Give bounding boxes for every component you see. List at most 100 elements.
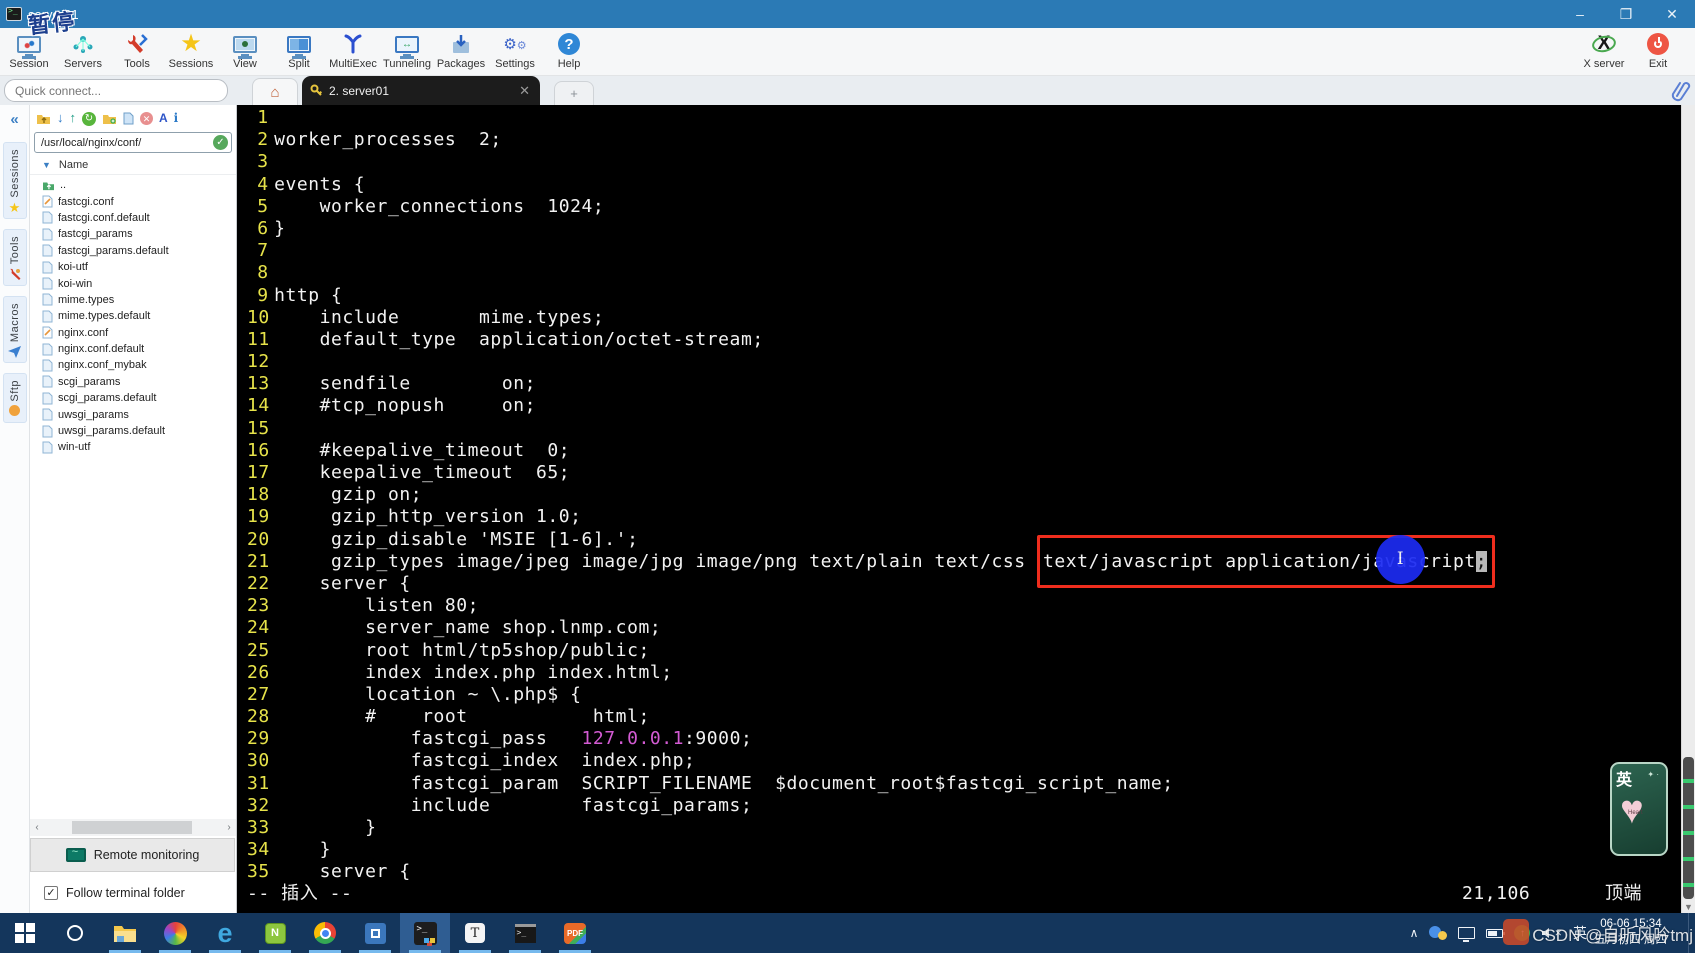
taskbar-foxit-pdf[interactable]: PDF — [550, 913, 600, 953]
file-row[interactable]: scgi_params — [42, 374, 236, 390]
ime-skin-badge[interactable]: 英 ✦ · ♥ Heart — [1610, 762, 1668, 856]
new-file-icon[interactable] — [123, 112, 134, 125]
file-row[interactable]: nginx.conf_mybak — [42, 357, 236, 373]
file-row[interactable]: scgi_params.default — [42, 390, 236, 406]
file-row[interactable]: fastcgi.conf.default — [42, 210, 236, 226]
tray-display[interactable] — [1458, 927, 1476, 942]
tray-expand[interactable]: ∧ — [1410, 926, 1419, 940]
toolbar-item-multiexec[interactable]: MultiExec — [326, 28, 380, 76]
toolbar-item-settings[interactable]: ⚙⚙ Settings — [488, 28, 542, 76]
taskbar-photos-app[interactable] — [150, 913, 200, 953]
sidebar-tab-tools[interactable]: Tools — [2, 228, 27, 286]
file-row[interactable]: fastcgi_params.default — [42, 243, 236, 259]
refresh-icon[interactable]: ↻ — [82, 110, 96, 126]
sidebar-tab-sessions[interactable]: Sessions ★ — [2, 142, 27, 219]
line-number: 22 — [247, 572, 270, 594]
path-ok-icon: ✓ — [213, 135, 228, 150]
new-folder-icon[interactable] — [102, 112, 117, 125]
toolbar-item-help[interactable]: ? Help — [542, 28, 596, 76]
file-row[interactable]: fastcgi.conf — [42, 193, 236, 209]
follow-folder-checkbox[interactable]: ✓ — [44, 885, 58, 900]
tab-active-session[interactable]: 2. server01 ✕ — [302, 76, 540, 105]
toolbar-item-sessions[interactable]: ★ Sessions — [164, 28, 218, 76]
tab-home[interactable]: ⌂ — [252, 78, 298, 105]
collapse-sidebar-icon[interactable]: « — [10, 111, 18, 128]
scroll-down-icon[interactable]: ▼ — [1682, 902, 1695, 912]
paperclip-icon[interactable] — [1671, 80, 1691, 102]
tray-battery[interactable] — [1486, 928, 1506, 938]
new-tab-button[interactable]: + — [554, 81, 594, 105]
file-row[interactable]: koi-utf — [42, 259, 236, 275]
path-bar[interactable]: /usr/local/nginx/conf/ ✓ — [34, 132, 232, 153]
sidebar-tab-sftp[interactable]: Sftp — [2, 372, 27, 424]
taskbar-file-explorer[interactable] — [100, 913, 150, 953]
file-row[interactable]: uwsgi_params — [42, 406, 236, 422]
sort-dropdown-icon: ▼ — [42, 159, 51, 170]
toolbar-item-split[interactable]: Split — [272, 28, 326, 76]
code-text: :9000; — [684, 728, 753, 750]
file-row[interactable]: nginx.conf — [42, 325, 236, 341]
file-row[interactable]: mime.types.default — [42, 308, 236, 324]
file-row[interactable]: win-utf — [42, 439, 236, 455]
taskbar-notepad-plus-plus[interactable]: N — [250, 913, 300, 953]
quick-connect-input[interactable] — [4, 79, 228, 102]
taskbar-edge-browser[interactable]: e — [200, 913, 250, 953]
toolbar-item-x-server[interactable]: XX server — [1577, 28, 1631, 76]
line-text: server { — [274, 572, 411, 594]
toolbar-item-label: MultiExec — [329, 58, 377, 70]
minimize-button[interactable]: – — [1557, 0, 1603, 28]
tab-close-icon[interactable]: ✕ — [519, 83, 530, 99]
toolbar-item-exit[interactable]: Exit — [1631, 28, 1685, 76]
sidebar-tab-macros[interactable]: Macros — [2, 295, 27, 363]
cursor-position: 21,106 — [1462, 883, 1531, 904]
taskbar-mobaxterm[interactable]: >_ — [400, 913, 450, 953]
info-icon[interactable]: i — [174, 111, 179, 125]
toolbar-item-tools[interactable]: Tools — [110, 28, 164, 76]
terminal-line: 29 fastcgi_pass 127.0.0.1:9000; — [247, 728, 1681, 750]
file-name: scgi_params — [58, 375, 121, 388]
file-row[interactable]: fastcgi_params — [42, 226, 236, 242]
sidebar-tab-label: Macros — [8, 302, 21, 342]
terminal-line: 1 — [247, 107, 1681, 129]
file-row[interactable]: uwsgi_params.default — [42, 423, 236, 439]
taskbar-typora[interactable]: T — [450, 913, 500, 953]
delete-icon[interactable]: ✕ — [140, 111, 153, 126]
taskbar-chrome-browser[interactable] — [300, 913, 350, 953]
toolbar-item-tunneling[interactable]: ↔ Tunneling — [380, 28, 434, 76]
line-text: default_type application/octet-stream; — [274, 328, 764, 350]
toolbar-item-label: View — [233, 58, 257, 70]
scroll-right-icon[interactable]: › — [222, 822, 236, 833]
line-number: 16 — [247, 439, 270, 461]
taskbar-cmd-terminal[interactable]: >_ — [500, 913, 550, 953]
toolbar-item-view[interactable]: View — [218, 28, 272, 76]
close-button[interactable]: ✕ — [1649, 0, 1695, 28]
terminal-line: 19 gzip_http_version 1.0; — [247, 506, 1681, 528]
toolbar-item-label: Help — [557, 58, 581, 70]
horizontal-scrollbar[interactable]: ‹ › — [30, 819, 236, 836]
file-row[interactable]: nginx.conf.default — [42, 341, 236, 357]
remote-monitoring-button[interactable]: Remote monitoring — [30, 838, 235, 872]
current-path: /usr/local/nginx/conf/ — [41, 136, 142, 149]
terminal-scrollbar[interactable]: ▼ — [1681, 105, 1695, 913]
upload-icon[interactable]: ↑ — [70, 111, 77, 125]
maximize-button[interactable]: ❐ — [1603, 0, 1649, 28]
taskbar-cortana-search[interactable] — [50, 913, 100, 953]
folder-up-icon[interactable] — [36, 112, 51, 125]
file-list-header[interactable]: ▼ Name — [30, 155, 236, 175]
terminal-screen[interactable]: 1 2 worker_processes 2; 3 4 events {5 worker_… — [237, 105, 1681, 913]
main-toolbar: Session Servers Tools ★ Sessions View Split Mul… — [0, 28, 1695, 76]
file-row[interactable]: koi-win — [42, 275, 236, 291]
download-icon[interactable]: ↓ — [57, 111, 64, 125]
tray-ime-cloud[interactable] — [1429, 926, 1448, 940]
taskbar-vmware[interactable] — [350, 913, 400, 953]
toolbar-item-packages[interactable]: Packages — [434, 28, 488, 76]
hscroll-thumb[interactable] — [72, 821, 192, 834]
file-row[interactable]: mime.types — [42, 292, 236, 308]
sftp-ball-icon — [9, 405, 20, 418]
taskbar-start[interactable] — [0, 913, 50, 953]
font-icon[interactable]: A — [159, 111, 168, 125]
scroll-left-icon[interactable]: ‹ — [30, 822, 44, 833]
terminal-scroll-thumb[interactable] — [1683, 757, 1694, 899]
file-icon — [42, 408, 53, 421]
file-row[interactable]: .. — [42, 177, 236, 193]
